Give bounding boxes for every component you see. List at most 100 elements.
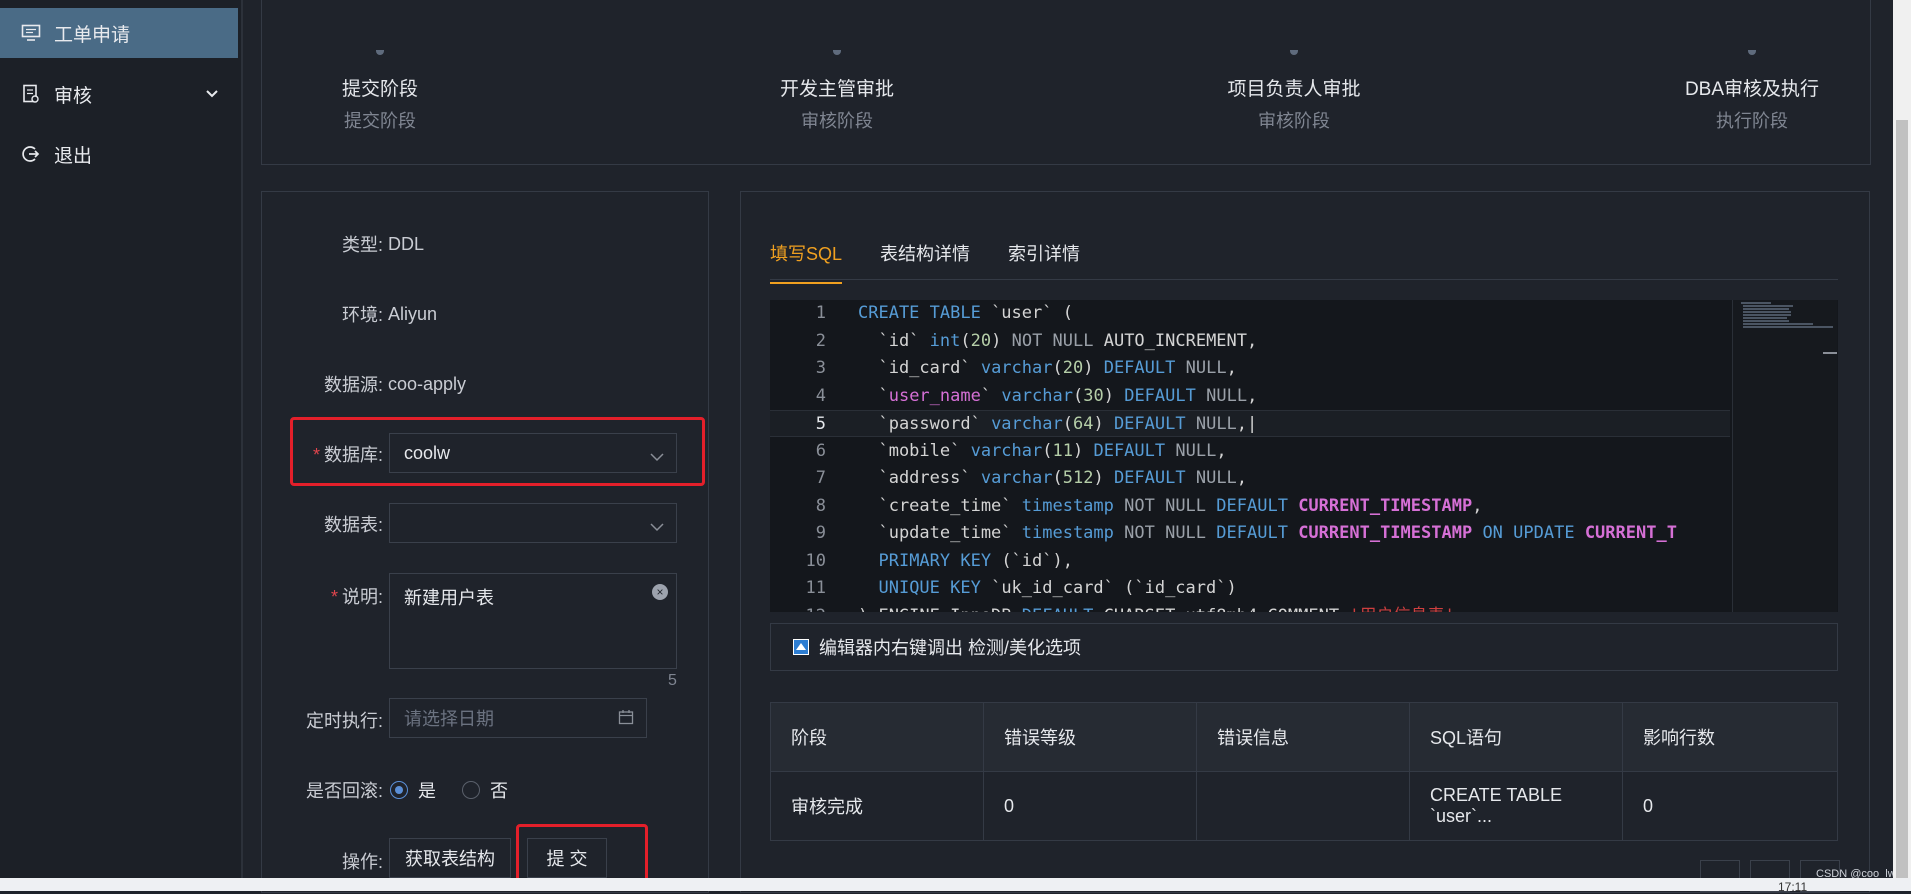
document-icon xyxy=(20,83,42,105)
table-cell xyxy=(1197,772,1410,840)
sidebar-item-label: 工单申请 xyxy=(54,24,131,46)
env-value: Aliyun xyxy=(388,303,438,324)
code-line: 11 UNIQUE KEY `uk_id_card` (`id_card`) xyxy=(805,578,1237,598)
result-table: 阶段 错误等级 错误信息 SQL语句 影响行数 审核完成 0 CREATE TA… xyxy=(770,702,1838,841)
sidebar-divider xyxy=(241,0,243,878)
form-row-env: 环境: Aliyun xyxy=(265,301,437,327)
step-title: 提交阶段 xyxy=(341,79,418,100)
source-label: 数据源: xyxy=(323,375,383,395)
type-value: DDL xyxy=(388,233,425,254)
form-row-table: 数据表: xyxy=(265,511,383,537)
schedule-label: 定时执行: xyxy=(305,711,383,731)
rollback-label: 是否回滚: xyxy=(305,781,383,801)
code-line: 7 `address` varchar(512) DEFAULT NULL, xyxy=(815,468,1248,488)
description-text: 新建用户表 xyxy=(404,588,494,608)
step-project-lead: 项目负责人审批 审核阶段 xyxy=(1164,50,1424,133)
code-line: 4 `user_name` varchar(30) DEFAULT NULL, xyxy=(815,386,1258,406)
radio-unchecked-icon xyxy=(462,781,480,799)
step-subtitle: 执行阶段 xyxy=(1716,111,1788,131)
step-dev-lead: 开发主管审批 审核阶段 xyxy=(707,50,967,133)
required-mark: * xyxy=(330,587,338,607)
form-row-schedule: 定时执行: xyxy=(265,707,383,733)
code-line: 6 `mobile` varchar(11) DEFAULT NULL, xyxy=(815,441,1227,461)
tab-divider xyxy=(770,279,1838,280)
table-header-cell: 错误信息 xyxy=(1197,703,1410,771)
step-subtitle: 审核阶段 xyxy=(801,111,873,131)
tab-index-details[interactable]: 索引详情 xyxy=(1008,240,1080,284)
editor-hint: 编辑器内右键调出 检测/美化选项 xyxy=(770,623,1838,671)
form-row-actions: 操作: xyxy=(265,848,383,874)
fetch-structure-button[interactable]: 获取表结构 xyxy=(389,838,511,878)
highlight-box-submit xyxy=(516,824,648,882)
tab-table-structure[interactable]: 表结构详情 xyxy=(880,240,970,284)
code-line: 3 `id_card` varchar(20) DEFAULT NULL, xyxy=(815,358,1237,378)
desc-label: 说明: xyxy=(341,587,383,607)
hint-text: 编辑器内右键调出 检测/美化选项 xyxy=(819,638,1082,658)
table-cell: 审核完成 xyxy=(771,772,984,840)
sql-tabs: 填写SQL 表结构详情 索引详情 xyxy=(770,240,1118,284)
chevron-down-icon xyxy=(650,516,664,537)
step-title: DBA审核及执行 xyxy=(1684,79,1820,100)
type-label: 类型: xyxy=(341,235,383,255)
table-header-cell: SQL语句 xyxy=(1410,703,1623,771)
tab-write-sql[interactable]: 填写SQL xyxy=(770,240,843,284)
date-placeholder: 请选择日期 xyxy=(404,709,494,729)
code-line: 9 `update_time` timestamp NOT NULL DEFAU… xyxy=(815,523,1677,543)
monitor-icon xyxy=(20,22,42,44)
schedule-date-input[interactable]: 请选择日期 xyxy=(389,698,647,738)
form-row-type: 类型: DDL xyxy=(265,231,424,257)
logout-icon xyxy=(20,143,42,165)
table-row: 审核完成 0 CREATE TABLE `user`... 0 xyxy=(771,771,1837,840)
step-subtitle: 审核阶段 xyxy=(1258,111,1330,131)
env-label: 环境: xyxy=(341,305,383,325)
description-textarea[interactable]: 新建用户表 × xyxy=(389,573,677,669)
sidebar-item-logout[interactable]: 退出 xyxy=(0,129,241,179)
highlight-box-database xyxy=(290,417,705,486)
step-title: 开发主管审批 xyxy=(779,79,894,100)
taskbar-clock: 17:11 xyxy=(1778,880,1808,894)
code-line: 2 `id` int(20) NOT NULL AUTO_INCREMENT, xyxy=(815,331,1258,351)
form-row-rollback: 是否回滚: 是 否 xyxy=(265,777,534,803)
sidebar-item-review[interactable]: 审核 xyxy=(0,69,241,119)
table-cell: 0 xyxy=(1643,795,1654,816)
radio-no-label: 否 xyxy=(490,781,508,801)
table-header-cell: 错误等级 xyxy=(984,703,1197,771)
char-counter: 5 xyxy=(668,672,677,689)
sidebar: 工单申请 审核 退出 xyxy=(0,0,241,878)
chevron-down-icon xyxy=(205,83,219,105)
code-line-current: 5 `password` varchar(64) DEFAULT NULL,| xyxy=(770,410,1730,437)
editor-minimap[interactable] xyxy=(1732,300,1837,612)
table-header-row: 阶段 错误等级 错误信息 SQL语句 影响行数 xyxy=(771,703,1837,771)
table-cell: 0 xyxy=(984,772,1197,840)
clear-icon[interactable]: × xyxy=(652,584,668,600)
code-line: 1 CREATE TABLE `user` ( xyxy=(815,303,1073,323)
calendar-icon xyxy=(618,709,634,730)
sidebar-item-ticket-apply[interactable]: 工单申请 xyxy=(0,8,238,58)
code-line: 12) ENGINE=InnoDB DEFAULT CHARSET=utf8mb… xyxy=(770,603,1730,612)
rollback-radio-group: 是 否 xyxy=(390,777,534,803)
form-row-desc: * 说明: xyxy=(265,583,383,609)
table-cell: CREATE TABLE `user`... xyxy=(1410,772,1623,840)
step-dba: DBA审核及执行 执行阶段 xyxy=(1622,50,1882,133)
sql-editor[interactable]: 1 CREATE TABLE `user` ( 2 `id` int(20) NO… xyxy=(770,300,1838,612)
table-label: 数据表: xyxy=(323,515,383,535)
radio-yes-label: 是 xyxy=(418,781,436,801)
step-subtitle: 提交阶段 xyxy=(344,111,416,131)
code-line: 10 PRIMARY KEY (`id`), xyxy=(805,551,1073,571)
os-taskbar xyxy=(0,878,1911,891)
source-value: coo-apply xyxy=(388,373,467,394)
form-row-source: 数据源: coo-apply xyxy=(265,371,466,397)
rollback-yes-radio[interactable]: 是 xyxy=(390,777,436,803)
rollback-no-radio[interactable]: 否 xyxy=(462,777,508,803)
desc-label-wrap: * 说明: xyxy=(265,583,383,609)
step-title: 项目负责人审批 xyxy=(1227,79,1361,100)
code-line: 8 `create_time` timestamp NOT NULL DEFAU… xyxy=(815,496,1483,516)
table-header-cell: 影响行数 xyxy=(1643,728,1715,748)
page-scrollbar-thumb[interactable] xyxy=(1896,120,1908,878)
sidebar-item-label: 审核 xyxy=(54,85,93,107)
sidebar-item-label: 退出 xyxy=(54,145,93,167)
table-select[interactable] xyxy=(389,503,677,543)
action-label: 操作: xyxy=(341,852,383,872)
table-header-cell: 阶段 xyxy=(771,703,984,771)
step-submit: 提交阶段 提交阶段 xyxy=(250,50,510,133)
